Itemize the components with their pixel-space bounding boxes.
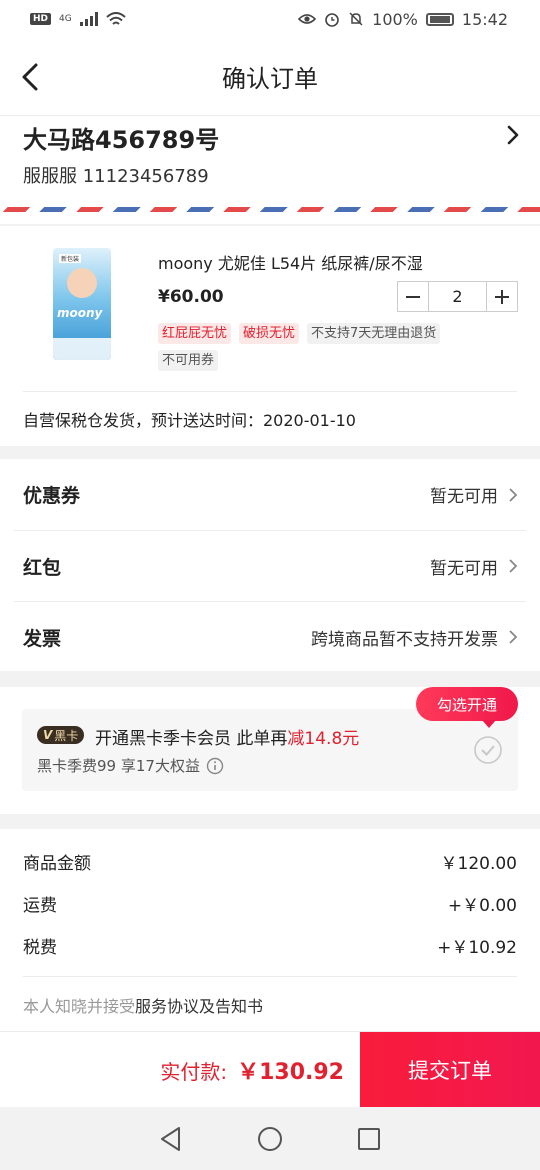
address-card[interactable]: 大马路456789号 服服服 11123456789 xyxy=(0,116,540,224)
promo-subtitle: 黑卡季费99 享17大权益 xyxy=(37,755,224,776)
status-right: 100% 15:42 xyxy=(298,10,508,29)
plus-icon xyxy=(495,289,509,304)
agreement-link[interactable]: 服务协议及告知书 xyxy=(135,997,263,1016)
summary-row: 税费 +￥10.92 xyxy=(23,933,517,958)
divider xyxy=(23,391,517,392)
nav-back-button[interactable] xyxy=(156,1124,186,1154)
option-value-group: 暂无可用 xyxy=(430,554,518,579)
product-image[interactable]: 新包装 moony xyxy=(53,248,111,360)
status-left: HD 4G xyxy=(30,11,126,27)
activate-callout[interactable]: 勾选开通 xyxy=(416,687,518,728)
product-tags: 红屁屁无忧 破损无忧 不支持7天无理由退货 不可用券 xyxy=(158,323,498,371)
alarm-icon xyxy=(325,13,339,27)
option-value: 跨境商品暂不支持开发票 xyxy=(311,629,498,650)
battery-percent: 100% xyxy=(372,9,418,29)
hd-icon: HD xyxy=(30,13,52,25)
option-label: 优惠券 xyxy=(23,485,81,507)
address-street: 大马路456789号 xyxy=(23,126,220,154)
signal-label: 4G xyxy=(59,14,72,24)
total-payment: 实付款: ￥130.92 xyxy=(160,1054,344,1086)
summary-value: +￥0.00 xyxy=(447,896,517,916)
pay-amount: ￥130.92 xyxy=(237,1060,344,1085)
promo-subtitle-text: 黑卡季费99 享17大权益 xyxy=(37,757,200,775)
option-value: 暂无可用 xyxy=(430,558,498,579)
option-value-group: 跨境商品暂不支持开发票 xyxy=(311,625,518,650)
pay-label: 实付款: xyxy=(160,1060,228,1084)
summary-label: 运费 xyxy=(23,896,57,916)
option-value: 暂无可用 xyxy=(430,487,498,507)
summary-value: ￥120.00 xyxy=(440,854,517,874)
order-options: 优惠券 暂无可用 红包 暂无可用 发票 跨境商品暂不支持开发票 xyxy=(0,459,540,671)
status-bar: HD 4G 100% 15:42 xyxy=(0,0,540,38)
system-nav-bar xyxy=(0,1107,540,1170)
triangle-back-icon xyxy=(161,1126,181,1151)
summary-label: 商品金额 xyxy=(23,854,91,874)
eye-icon xyxy=(298,14,317,24)
order-confirm-page: HD 4G 100% 15:42 确认订单 大马路456789号 服服服 111… xyxy=(0,0,540,1170)
package-band xyxy=(53,338,111,360)
signal-icon xyxy=(79,12,98,26)
promo-title: 开通黑卡季卡会员 此单再减14.8元 xyxy=(95,724,359,749)
status-time: 15:42 xyxy=(461,9,508,29)
checkout-bar: 实付款: ￥130.92 提交订单 xyxy=(0,1031,540,1108)
black-card-badge-label: 黑卡 xyxy=(54,728,79,743)
quantity-stepper: 2 xyxy=(397,281,518,312)
header: 确认订单 xyxy=(0,38,540,116)
airmail-border xyxy=(0,207,540,212)
page-title: 确认订单 xyxy=(222,65,318,93)
service-tag: 不可用券 xyxy=(158,350,219,371)
option-value-group: 暂无可用 xyxy=(430,482,518,507)
option-label: 红包 xyxy=(23,556,62,579)
square-recent-icon xyxy=(357,1127,380,1150)
minus-icon xyxy=(406,295,420,298)
promo-title-text: 开通黑卡季卡会员 此单再 xyxy=(95,729,288,749)
quantity-increase-button[interactable] xyxy=(487,282,517,311)
service-tag: 不支持7天无理由退货 xyxy=(307,323,441,344)
service-tag: 红屁屁无忧 xyxy=(158,323,232,344)
circle-home-icon xyxy=(257,1126,282,1151)
delivery-info: 自营保税仓发货，预计送达时间：2020-01-10 xyxy=(23,411,356,430)
black-card-promo[interactable]: V 黑卡 开通黑卡季卡会员 此单再减14.8元 黑卡季费99 享17大权益 xyxy=(22,709,518,791)
red-packet-row[interactable]: 红包 暂无可用 xyxy=(14,530,526,601)
chevron-right-icon xyxy=(507,125,519,145)
divider xyxy=(23,976,517,977)
chevron-left-icon[interactable] xyxy=(14,60,48,94)
chevron-right-icon xyxy=(509,630,518,644)
price-summary: 商品金额 ￥120.00 运费 +￥0.00 税费 +￥10.92 本人知晓并接… xyxy=(0,829,540,1031)
product-name[interactable]: moony 尤妮佳 L54片 纸尿裤/尿不湿 xyxy=(158,250,423,274)
summary-row: 运费 +￥0.00 xyxy=(23,891,517,916)
product-card: 新包装 moony moony 尤妮佳 L54片 纸尿裤/尿不湿 ¥60.00 … xyxy=(0,226,540,446)
summary-label: 税费 xyxy=(23,938,57,958)
promo-discount: 减14.8元 xyxy=(287,729,360,749)
agreement-text: 本人知晓并接受服务协议及告知书 xyxy=(23,993,263,1017)
quantity-decrease-button[interactable] xyxy=(398,282,428,311)
wifi-icon xyxy=(106,11,126,25)
black-card-badge: V 黑卡 xyxy=(37,726,85,744)
product-price: ¥60.00 xyxy=(158,287,224,307)
vip-v-icon: V xyxy=(43,728,53,742)
address-contact: 服服服 11123456789 xyxy=(23,166,209,187)
option-label: 发票 xyxy=(23,627,62,650)
battery-icon xyxy=(425,12,454,26)
product-brand-logo: moony xyxy=(57,306,103,320)
baby-face-graphic xyxy=(67,268,97,298)
summary-value: +￥10.92 xyxy=(437,938,517,958)
product-image-tag: 新包装 xyxy=(59,254,82,263)
nav-home-button[interactable] xyxy=(255,1124,285,1154)
submit-order-button[interactable]: 提交订单 xyxy=(360,1032,540,1108)
quantity-value[interactable]: 2 xyxy=(428,282,487,311)
chevron-right-icon xyxy=(509,559,518,573)
mute-icon xyxy=(349,12,363,26)
info-icon[interactable] xyxy=(206,757,224,775)
agreement-prefix: 本人知晓并接受 xyxy=(23,997,136,1016)
check-circle-icon[interactable] xyxy=(473,735,503,765)
invoice-row[interactable]: 发票 跨境商品暂不支持开发票 xyxy=(14,601,526,672)
nav-recent-button[interactable] xyxy=(354,1124,384,1154)
summary-row: 商品金额 ￥120.00 xyxy=(23,849,517,874)
service-tag: 破损无忧 xyxy=(239,323,300,344)
coupon-row[interactable]: 优惠券 暂无可用 xyxy=(14,459,526,530)
chevron-right-icon xyxy=(509,487,518,502)
